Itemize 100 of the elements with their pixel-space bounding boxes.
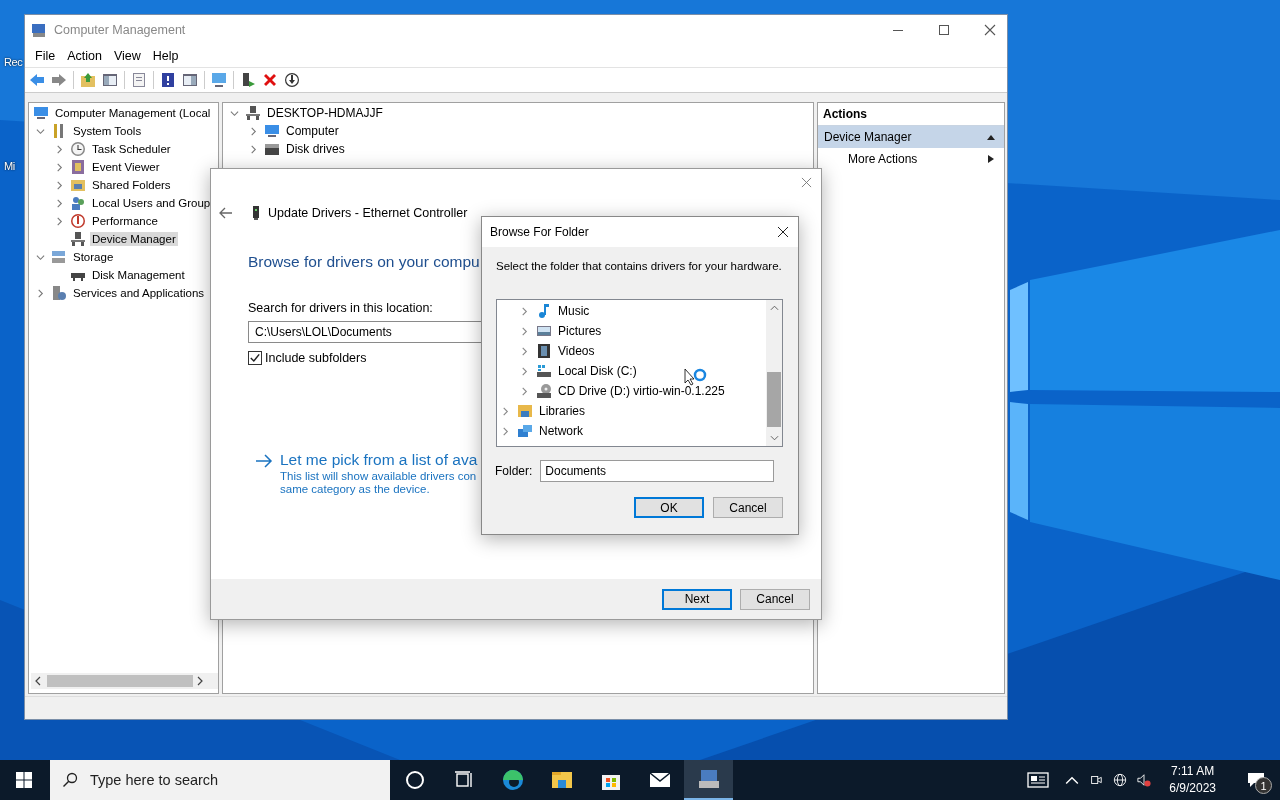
music-note-icon	[536, 303, 552, 319]
action-link[interactable]: More Actions	[848, 152, 918, 166]
scroll-right-icon[interactable]	[197, 676, 203, 686]
clock[interactable]: 7:11 AM 6/9/2023	[1169, 763, 1216, 797]
clock-icon	[70, 141, 86, 157]
chevron-right-icon[interactable]	[36, 288, 45, 298]
tree-item[interactable]: Storage	[71, 250, 116, 264]
chevron-right-icon[interactable]	[55, 162, 64, 172]
dialog-button[interactable]: OK	[634, 497, 704, 518]
tree-item[interactable]: Local Users and Group	[90, 196, 213, 210]
start-icon[interactable]	[16, 772, 32, 788]
dialog-title: Update Drivers - Ethernet Controller	[268, 206, 468, 220]
scroll-up-icon[interactable]	[769, 305, 779, 311]
cd-drive-icon	[536, 383, 552, 399]
close-icon[interactable]	[984, 24, 996, 36]
chevron-right-icon[interactable]	[520, 326, 529, 336]
forward-arrow-icon[interactable]	[51, 72, 67, 88]
chevron-right-icon[interactable]	[55, 198, 64, 208]
download-icon[interactable]	[284, 72, 300, 88]
dialog-button[interactable]: Cancel	[713, 497, 783, 518]
chevron-right-icon[interactable]	[249, 144, 258, 154]
panel-icon[interactable]	[102, 72, 118, 88]
folder-item[interactable]: Videos	[556, 343, 597, 359]
chevron-down-icon[interactable]	[36, 252, 45, 262]
globe-icon[interactable]	[1113, 773, 1128, 787]
chevron-right-icon[interactable]	[249, 126, 258, 136]
monitor-icon	[33, 105, 49, 121]
horizontal-scrollbar[interactable]	[31, 673, 218, 689]
folder-field[interactable]: Documents	[540, 460, 775, 482]
folder-item[interactable]: Music	[556, 303, 592, 319]
tree-item[interactable]: Shared Folders	[90, 178, 173, 192]
scrollbar-thumb[interactable]	[47, 675, 193, 687]
tree-item[interactable]: Services and Applications	[71, 286, 207, 300]
chevron-right-icon[interactable]	[520, 366, 529, 376]
tree-item[interactable]: Task Scheduler	[90, 142, 173, 156]
dialog-button[interactable]: Next	[662, 588, 732, 610]
checkbox[interactable]	[248, 351, 262, 365]
folder-item[interactable]: Local Disk (C:)	[556, 363, 639, 379]
folder-up-icon[interactable]	[80, 72, 96, 88]
chevron-down-icon[interactable]	[36, 126, 45, 136]
chevron-right-icon[interactable]	[55, 216, 64, 226]
scroll-down-icon[interactable]	[769, 435, 779, 441]
news-icon[interactable]	[1027, 772, 1050, 788]
tree-item[interactable]: Disk Management	[90, 268, 187, 282]
action-section-header[interactable]: Device Manager	[818, 126, 1004, 148]
option-description: same category as the device.	[280, 483, 431, 495]
library-icon	[517, 403, 533, 419]
tree-item[interactable]: DESKTOP-HDMAJJF	[265, 105, 385, 121]
menu-item[interactable]: Action	[61, 47, 108, 65]
folder-item[interactable]: CD Drive (D:) virtio-win-0.1.225	[556, 383, 727, 399]
chevron-right-icon[interactable]	[520, 386, 529, 396]
computer-management-icon	[31, 22, 47, 38]
folder-icon	[70, 177, 86, 193]
dialog-button[interactable]: Cancel	[740, 588, 810, 610]
computer-icon	[245, 105, 261, 121]
chevron-right-icon[interactable]	[501, 426, 510, 436]
users-icon	[70, 195, 86, 211]
tree-item[interactable]: Disk drives	[284, 141, 347, 157]
taskbar-button[interactable]	[684, 760, 733, 800]
chevron-right-icon[interactable]	[501, 406, 510, 416]
back-arrow-icon[interactable]	[29, 72, 45, 88]
panel-icon[interactable]	[182, 72, 198, 88]
tree-item[interactable]: Performance	[90, 214, 160, 228]
back-arrow-icon[interactable]	[219, 207, 233, 219]
checkbox-label: Include subfolders	[265, 351, 367, 365]
menu-item[interactable]: View	[107, 47, 147, 65]
chevron-right-icon[interactable]	[55, 144, 64, 154]
folder-item[interactable]: Network	[537, 423, 585, 439]
film-icon	[536, 343, 552, 359]
chevron-right-icon[interactable]	[520, 306, 529, 316]
chevron-down-icon[interactable]	[230, 108, 239, 118]
triangle-right-icon	[987, 155, 995, 163]
monitor-icon[interactable]	[211, 72, 227, 88]
x-icon[interactable]	[262, 72, 278, 88]
browser-icon	[500, 768, 525, 792]
help-icon[interactable]	[160, 72, 176, 88]
option-link[interactable]: Let me pick from a list of ava	[280, 451, 478, 469]
vertical-scrollbar[interactable]	[766, 300, 782, 446]
device-update-icon[interactable]	[240, 72, 256, 88]
tree-item[interactable]: Device Manager	[90, 232, 178, 246]
desktop-icon-label[interactable]: Mi	[4, 160, 15, 172]
maximize-icon[interactable]	[938, 24, 950, 36]
scroll-left-icon[interactable]	[35, 676, 41, 686]
search-field[interactable]: Type here to search	[50, 760, 390, 800]
scrollbar-thumb[interactable]	[767, 372, 781, 427]
folder-item[interactable]: Libraries	[537, 403, 588, 419]
volume-muted-icon[interactable]	[1137, 773, 1152, 787]
tree-item[interactable]: Event Viewer	[90, 160, 162, 174]
close-icon[interactable]	[777, 226, 789, 238]
tree-item[interactable]: Computer Management (Local	[53, 106, 213, 120]
chevron-right-icon[interactable]	[55, 180, 64, 190]
menu-item[interactable]: File	[29, 47, 62, 65]
menu-item[interactable]: Help	[146, 47, 185, 65]
chevron-right-icon[interactable]	[520, 346, 529, 356]
camera-icon[interactable]	[1089, 773, 1104, 787]
tree-item[interactable]: Computer	[284, 123, 341, 139]
notification-badge: 1	[1255, 777, 1272, 794]
document-icon[interactable]	[131, 72, 147, 88]
desktop-icon-label[interactable]: Rec	[4, 56, 23, 68]
tree-item[interactable]: System Tools	[71, 124, 144, 138]
